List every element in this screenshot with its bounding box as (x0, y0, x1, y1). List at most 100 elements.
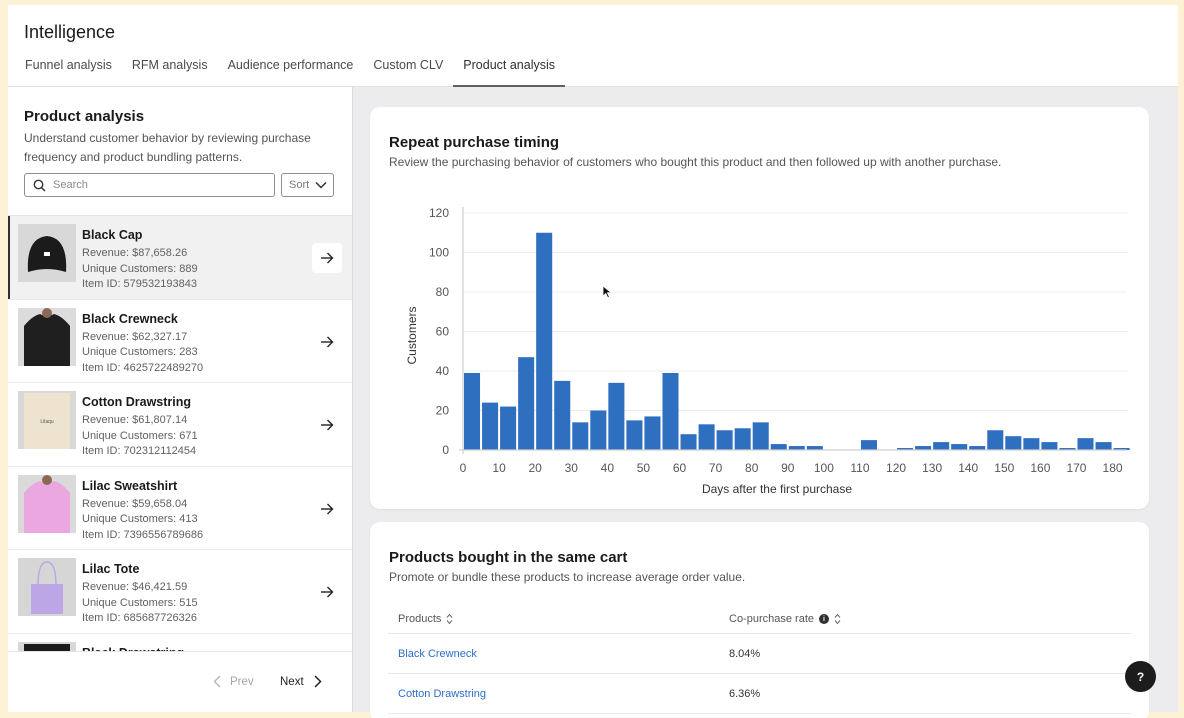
view-product-button[interactable] (312, 243, 342, 273)
x-tick-label: 30 (565, 461, 579, 475)
same-cart-card: Products bought in the same cart Promote… (370, 522, 1149, 718)
bar (590, 410, 607, 450)
info-icon[interactable]: i (819, 614, 829, 624)
product-thumbnail: Lilaqu (18, 391, 76, 449)
arrow-right-icon (321, 503, 334, 514)
bar (680, 434, 697, 450)
view-product-button[interactable] (312, 494, 342, 524)
product-list-item[interactable]: Lilac Tote Revenue: $46,421.59 Unique Cu… (8, 550, 352, 634)
product-meta: Revenue: $62,327.17 Unique Customers: 28… (82, 330, 203, 377)
x-tick-label: 20 (528, 461, 542, 475)
help-button[interactable]: ? (1125, 661, 1156, 692)
svg-text:Lilaqu: Lilaqu (40, 419, 54, 425)
product-meta: Revenue: $87,658.26 Unique Customers: 88… (82, 246, 198, 293)
y-tick-label: 0 (442, 443, 449, 457)
column-header-products[interactable]: Products (398, 613, 453, 625)
x-tick-label: 110 (850, 461, 869, 475)
search-field[interactable] (24, 173, 275, 197)
product-revenue: Revenue: $59,658.04 (82, 497, 188, 510)
view-product-button[interactable] (312, 410, 342, 440)
arrow-right-icon (321, 336, 334, 347)
sort-button[interactable]: Sort (281, 173, 334, 197)
tab-funnel-analysis[interactable]: Funnel analysis (15, 53, 122, 87)
arrow-right-icon (321, 252, 334, 264)
arrow-right-icon (321, 586, 334, 598)
y-tick-label: 80 (436, 285, 450, 299)
search-input[interactable] (53, 179, 253, 191)
x-tick-label: 150 (994, 461, 1014, 475)
sort-label: Sort (289, 179, 310, 191)
column-header-co-purchase-rate[interactable]: Co-purchase rate i (729, 613, 841, 625)
bar (518, 357, 535, 450)
table-row: Cotton Drawstring 6.36% (388, 674, 1131, 714)
bar (482, 402, 499, 450)
product-item-id: Item ID: 685687726326 (82, 612, 197, 624)
prev-label: Prev (230, 675, 254, 688)
sidebar-title: Product analysis (24, 108, 145, 125)
view-product-button[interactable] (312, 327, 342, 357)
page-title: Intelligence (24, 22, 116, 42)
product-list-item[interactable]: Black Crewneck Revenue: $62,327.17 Uniqu… (8, 300, 352, 383)
same-cart-subtitle: Promote or bundle these products to incr… (389, 570, 746, 584)
product-name: Lilac Tote (82, 562, 140, 576)
tab-audience-performance[interactable]: Audience performance (218, 53, 364, 87)
arrow-right-icon (321, 419, 334, 431)
product-list-item[interactable]: Lilac Sweatshirt Revenue: $59,658.04 Uni… (8, 467, 352, 550)
product-unique-customers: Unique Customers: 889 (82, 262, 198, 275)
x-tick-label: 180 (1103, 461, 1123, 475)
y-tick-label: 100 (429, 246, 449, 260)
product-revenue: Revenue: $46,421.59 (82, 581, 188, 593)
product-thumbnail (18, 224, 76, 282)
prev-button[interactable]: Prev (213, 675, 254, 688)
product-item-id: Item ID: 7396556789686 (82, 528, 204, 541)
bar (536, 232, 553, 450)
table-row: Black Crewneck 8.04% (388, 634, 1131, 674)
product-list: Black Cap Revenue: $87,658.26 Unique Cus… (8, 215, 352, 651)
tab-product-analysis[interactable]: Product analysis (453, 53, 565, 87)
search-icon (33, 179, 46, 192)
tab-custom-clv[interactable]: Custom CLV (363, 53, 453, 87)
page-header: Intelligence Funnel analysis RFM analysi… (8, 5, 1178, 87)
view-product-button[interactable] (312, 577, 342, 607)
product-name: Cotton Drawstring (82, 395, 192, 409)
bar (608, 382, 625, 450)
product-thumbnail (18, 558, 76, 616)
y-tick-label: 40 (436, 364, 450, 378)
product-list-item[interactable]: Black Cap Revenue: $87,658.26 Unique Cus… (8, 216, 352, 300)
x-tick-label: 70 (709, 461, 723, 475)
bar (464, 372, 481, 450)
bar (554, 380, 571, 450)
bar (1005, 436, 1022, 450)
same-cart-title: Products bought in the same cart (389, 549, 628, 566)
bar (752, 422, 769, 450)
bar (662, 372, 679, 450)
y-axis-label: Customers (405, 306, 419, 364)
x-tick-label: 100 (814, 461, 834, 475)
bar (698, 424, 715, 450)
co-purchase-rate: 8.04% (729, 648, 761, 660)
x-tick-label: 0 (460, 461, 467, 475)
bar (734, 428, 751, 450)
product-unique-customers: Unique Customers: 413 (82, 513, 198, 525)
co-purchase-rate: 6.36% (729, 688, 761, 700)
product-link[interactable]: Cotton Drawstring (398, 688, 486, 700)
pagination: Prev Next (8, 651, 352, 712)
mouse-cursor-icon (602, 285, 612, 299)
y-tick-label: 60 (436, 325, 450, 339)
bar (626, 420, 643, 450)
product-link[interactable]: Black Crewneck (398, 648, 477, 660)
product-list-item[interactable]: Lilaqu Cotton Drawstring Revenue: $61,80… (8, 383, 352, 467)
x-tick-label: 60 (673, 461, 687, 475)
bar (860, 440, 877, 450)
product-name: Black Crewneck (82, 311, 178, 326)
product-list-item[interactable]: Lilaqu Black Drawstring (8, 634, 352, 651)
next-button[interactable]: Next (280, 675, 322, 688)
product-unique-customers: Unique Customers: 671 (82, 429, 198, 442)
product-thumbnail (18, 474, 76, 533)
bar (951, 444, 968, 450)
co-purchase-table: Products Co-purchase rate i Black Crewne… (388, 607, 1131, 714)
repeat-purchase-chart: 0 20 40 60 80 100 120 0 10 20 30 40 50 60 70 80 90 100 110… (405, 206, 1130, 496)
tab-rfm-analysis[interactable]: RFM analysis (122, 53, 218, 87)
x-tick-label: 140 (958, 461, 978, 475)
product-meta: Revenue: $59,658.04 Unique Customers: 41… (82, 497, 203, 544)
